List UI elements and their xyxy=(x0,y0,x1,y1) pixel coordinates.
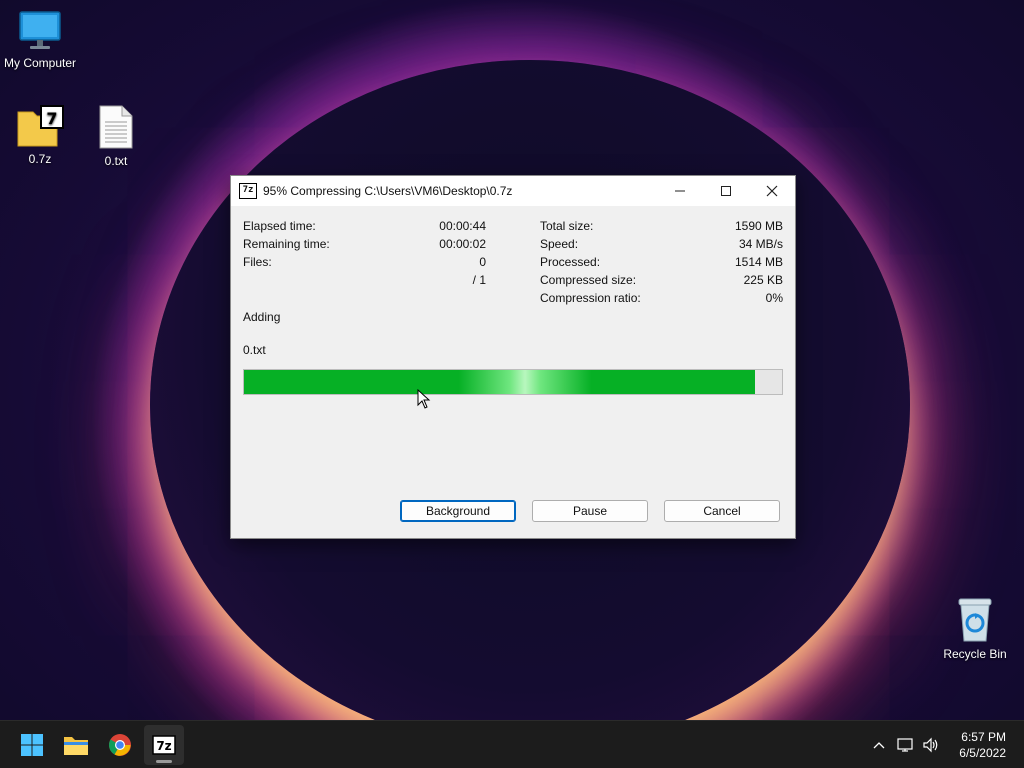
clock-time: 6:57 PM xyxy=(961,730,1006,744)
desktop-icon-text-file[interactable]: 0.txt xyxy=(76,104,156,168)
text-file-icon xyxy=(98,104,134,150)
action-text: Adding xyxy=(243,310,281,324)
maximize-button[interactable] xyxy=(703,176,749,206)
desktop-icon-my-computer[interactable]: My Computer xyxy=(0,10,80,70)
total-size-label: Total size: xyxy=(540,219,594,233)
compressed-size-label: Compressed size: xyxy=(540,273,637,287)
taskbar-clock[interactable]: 6:57 PM 6/5/2022 xyxy=(959,729,1006,761)
elapsed-time-value: 00:00:44 xyxy=(439,219,486,233)
files-label: Files: xyxy=(243,255,272,269)
desktop-icon-label: Recycle Bin xyxy=(943,647,1007,661)
chrome-icon xyxy=(109,734,131,756)
total-size-value: 1590 MB xyxy=(734,219,783,233)
dialog-title: 95% Compressing C:\Users\VM6\Desktop\0.7… xyxy=(263,184,513,198)
taskbar-7zip[interactable]: 7z xyxy=(144,725,184,765)
taskbar: 7z 6:57 PM 6/5/2022 xyxy=(0,720,1024,768)
progress-bar xyxy=(243,369,783,395)
processed-value: 1514 MB xyxy=(734,255,783,269)
compression-ratio-value: 0% xyxy=(765,291,783,305)
desktop-icon-archive[interactable]: 7 0.7z xyxy=(0,104,80,166)
current-file-text: 0.txt xyxy=(243,343,266,357)
svg-text:7z: 7z xyxy=(156,739,171,753)
remaining-time-value: 00:00:02 xyxy=(439,237,486,251)
processed-label: Processed: xyxy=(540,255,601,269)
desktop-icon-label: My Computer xyxy=(3,56,77,70)
maximize-icon xyxy=(721,186,731,196)
cancel-button[interactable]: Cancel xyxy=(664,500,780,522)
desktop-icon-label: 0.7z xyxy=(28,152,52,166)
speed-value: 34 MB/s xyxy=(738,237,783,251)
dialog-titlebar[interactable]: 7z 95% Compressing C:\Users\VM6\Desktop\… xyxy=(231,176,795,206)
network-icon[interactable] xyxy=(896,735,916,755)
desktop-icon-recycle-bin[interactable]: Recycle Bin xyxy=(935,597,1015,661)
active-app-indicator xyxy=(156,760,172,763)
volume-icon[interactable] xyxy=(921,735,941,755)
background-button[interactable]: Background xyxy=(400,500,516,522)
desktop-icon-label: 0.txt xyxy=(104,154,128,168)
svg-text:7: 7 xyxy=(46,109,57,128)
remaining-time-label: Remaining time: xyxy=(243,237,330,251)
start-button[interactable] xyxy=(12,725,52,765)
files-total-value: / 1 xyxy=(472,273,486,287)
7z-archive-icon: 7 xyxy=(15,104,65,148)
elapsed-time-label: Elapsed time: xyxy=(243,219,316,233)
clock-date: 6/5/2022 xyxy=(959,746,1006,760)
minimize-icon xyxy=(675,190,685,192)
compression-ratio-label: Compression ratio: xyxy=(540,291,641,305)
taskbar-chrome[interactable] xyxy=(100,725,140,765)
7zip-icon: 7z xyxy=(152,735,176,755)
taskbar-file-explorer[interactable] xyxy=(56,725,96,765)
close-icon xyxy=(766,185,778,197)
compressed-size-value: 225 KB xyxy=(743,273,783,287)
file-explorer-icon xyxy=(64,737,88,755)
desktop: My Computer 7 0.7z 0.txt Recycle Bin 7z … xyxy=(0,0,1024,720)
recycle-bin-icon xyxy=(955,597,995,643)
pause-button[interactable]: Pause xyxy=(532,500,648,522)
files-value: 0 xyxy=(479,255,486,269)
mouse-cursor-icon xyxy=(417,389,431,409)
progress-bar-fill xyxy=(244,370,756,394)
compress-progress-dialog: 7z 95% Compressing C:\Users\VM6\Desktop\… xyxy=(230,175,796,539)
minimize-button[interactable] xyxy=(657,176,703,206)
tray-chevron-up-icon[interactable] xyxy=(869,735,889,755)
speed-label: Speed: xyxy=(540,237,579,251)
monitor-icon xyxy=(18,10,62,52)
start-icon xyxy=(21,734,43,756)
7zip-app-icon: 7z xyxy=(239,183,257,199)
close-button[interactable] xyxy=(749,176,795,206)
